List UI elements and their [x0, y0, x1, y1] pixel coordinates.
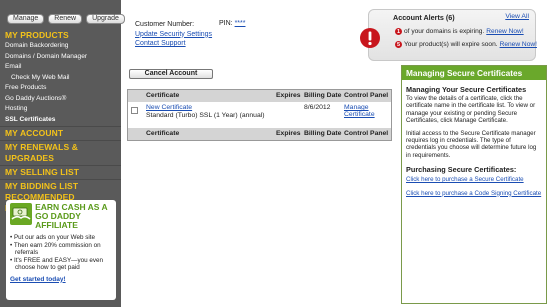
- sidebar-divider: [0, 126, 121, 127]
- table-row: New Certificate Standard (Turbo) SSL (1 …: [128, 102, 391, 126]
- customer-number-label: Customer Number:: [135, 21, 195, 28]
- certificate-name-link[interactable]: New Certificate: [146, 104, 265, 112]
- affiliate-get-started-link[interactable]: Get started today!: [10, 276, 112, 283]
- sidebar-heading-selling-list[interactable]: MY SELLING LIST: [0, 167, 121, 178]
- sidebar-item-ssl-certificates[interactable]: SSL Certificates: [0, 115, 121, 126]
- sidebar-heading-renewals[interactable]: MY RENEWALS & UPGRADES: [0, 142, 121, 164]
- cancel-account-button[interactable]: Cancel Account: [129, 69, 213, 79]
- account-alerts: Account Alerts (6) View All 1 of your do…: [360, 9, 537, 61]
- panel-text: To view the details of a certificate, cl…: [406, 95, 536, 125]
- sidebar-item-check-web-mail[interactable]: Check My Web Mail: [0, 73, 121, 84]
- upgrade-button[interactable]: Upgrade: [86, 14, 125, 24]
- manage-button[interactable]: Manage: [7, 14, 45, 24]
- sidebar-divider: [0, 140, 121, 141]
- col-header-control-panel: Control Panel: [344, 92, 389, 99]
- certificate-description: Standard (Turbo) SSL (1 Year) (annual): [146, 112, 265, 119]
- col-footer-control-panel: Control Panel: [344, 130, 389, 137]
- affiliate-bullet: • Then earn 20% commission on referrals: [10, 241, 101, 257]
- sidebar-heading-my-products[interactable]: MY PRODUCTS: [0, 30, 121, 41]
- purchase-secure-cert-link[interactable]: Click here to purchase a Secure Certific…: [406, 176, 542, 183]
- manage-certificate-link[interactable]: Manage Certificate: [344, 104, 391, 118]
- sidebar: Manage Renew Upgrade MY PRODUCTS Domain …: [0, 0, 125, 307]
- update-security-link[interactable]: Update Security Settings: [135, 30, 212, 40]
- affiliate-promo: EARN CASH AS A GO DADDY AFFILIATE • Put …: [6, 200, 116, 300]
- billing-date-cell: 8/6/2012: [304, 104, 331, 111]
- col-footer-expires[interactable]: Expires: [276, 128, 301, 140]
- certificates-table: Certificate Expires Billing Date Control…: [127, 89, 392, 141]
- col-footer-billing-date[interactable]: Billing Date: [304, 128, 341, 140]
- affiliate-bullet: • It's FREE and EASY—you even choose how…: [10, 256, 104, 272]
- panel-text: Initial access to the Secure Certificate…: [406, 129, 537, 159]
- alert-row: 1 of your domains is expiring. Renew Now…: [395, 28, 524, 35]
- alert-text: Your product(s) will expire soon.: [404, 41, 498, 48]
- col-header-expires[interactable]: Expires: [276, 90, 301, 102]
- col-header-billing-date[interactable]: Billing Date: [304, 90, 341, 102]
- help-panel: Managing Secure Certificates Managing Yo…: [401, 65, 547, 304]
- alert-count-badge: 5: [395, 41, 402, 48]
- table-header: Certificate Expires Billing Date Control…: [128, 90, 391, 102]
- panel-section-title: Managing Your Secure Certificates: [406, 85, 527, 94]
- affiliate-bullets: • Put our ads on your Web site • Then ea…: [10, 234, 112, 272]
- account-info: Customer Number: Update Security Setting…: [135, 20, 212, 49]
- contact-support-link[interactable]: Contact Support: [135, 39, 212, 49]
- alert-text: of your domains is expiring.: [404, 28, 485, 35]
- sidebar-item-domain-backordering[interactable]: Domain Backordering: [0, 41, 121, 52]
- sidebar-divider: [0, 165, 121, 166]
- sidebar-heading-bidding-list[interactable]: MY BIDDING LIST: [0, 181, 121, 192]
- sidebar-heading-my-account[interactable]: MY ACCOUNT: [0, 128, 121, 139]
- sidebar-item-email[interactable]: Email: [0, 62, 121, 73]
- table-footer: Certificate Expires Billing Date Control…: [128, 128, 391, 140]
- renew-button[interactable]: Renew: [48, 14, 83, 24]
- pin-value[interactable]: ****: [235, 20, 246, 27]
- view-all-link[interactable]: View All: [505, 13, 529, 20]
- panel-heading: Managing Secure Certificates: [402, 66, 546, 80]
- panel-section-title: Purchasing Secure Certificates:: [406, 165, 517, 175]
- alert-row: 5 Your product(s) will expire soon. Rene…: [395, 41, 537, 48]
- col-footer-certificate[interactable]: Certificate: [146, 128, 179, 140]
- certificate-cell: New Certificate Standard (Turbo) SSL (1 …: [146, 104, 265, 120]
- sidebar-divider: [0, 179, 121, 180]
- pin-label: PIN:: [219, 20, 233, 27]
- affiliate-bullet: • Put our ads on your Web site: [10, 234, 96, 241]
- sidebar-item-domains[interactable]: Domains / Domain Manager: [0, 52, 121, 63]
- cash-handshake-icon: [10, 203, 33, 225]
- pin-display: PIN: ****: [219, 20, 245, 27]
- col-header-certificate[interactable]: Certificate: [146, 90, 179, 102]
- alert-count-badge: 1: [395, 28, 402, 35]
- alerts-title: Account Alerts (6): [393, 13, 455, 22]
- renew-now-link[interactable]: Renew Now!: [486, 28, 523, 35]
- sidebar-item-auctions[interactable]: Go Daddy Auctions®: [0, 94, 121, 105]
- sidebar-item-free-products[interactable]: Free Products: [0, 83, 121, 94]
- renew-now-link[interactable]: Renew Now!: [500, 41, 537, 48]
- top-buttons: Manage Renew Upgrade: [0, 0, 125, 24]
- row-checkbox[interactable]: [131, 107, 138, 114]
- exclamation-icon: [359, 27, 381, 51]
- purchase-code-signing-link[interactable]: Click here to purchase a Code Signing Ce…: [406, 190, 542, 197]
- affiliate-title-line2: GO DADDY AFFILIATE: [35, 211, 81, 230]
- sidebar-item-hosting[interactable]: Hosting: [0, 104, 121, 115]
